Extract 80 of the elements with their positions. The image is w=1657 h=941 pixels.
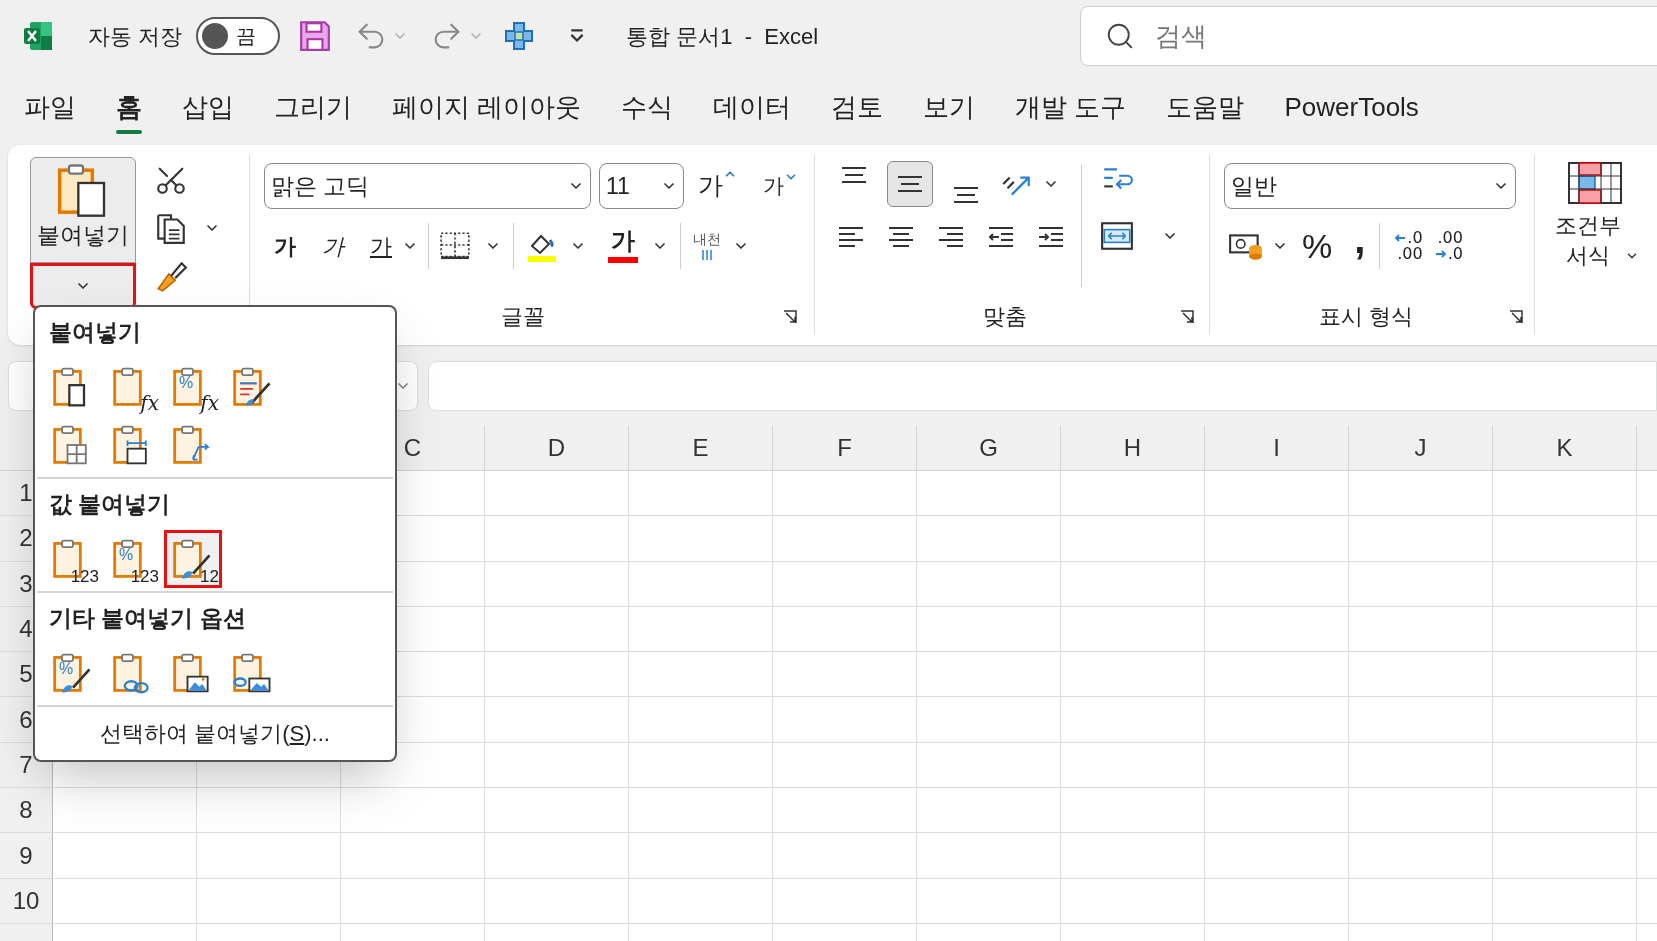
grow-font-button[interactable]: 가: [698, 167, 737, 205]
ribbon-tab[interactable]: 보기: [923, 90, 976, 134]
align-icon: [840, 167, 868, 183]
align-icon: [952, 187, 980, 203]
save-icon[interactable]: [298, 19, 333, 53]
format-painter-icon[interactable]: [154, 259, 188, 293]
autosave-toggle[interactable]: 끔: [196, 17, 281, 55]
paste-button[interactable]: 붙여넣기: [30, 157, 136, 263]
search-icon: [1105, 21, 1135, 51]
autosave-label: 자동 저장: [88, 22, 183, 51]
group-label: 맞춤: [983, 303, 1027, 331]
percent-button[interactable]: %: [1302, 229, 1333, 263]
column-header[interactable]: I: [1205, 426, 1349, 470]
decrease-decimal-button[interactable]: .00 .0: [1434, 230, 1463, 262]
copy-icon[interactable]: [154, 211, 188, 245]
merge-cells-icon[interactable]: [1100, 221, 1134, 251]
ribbon-tab[interactable]: 데이터: [713, 90, 792, 134]
search-input[interactable]: 검색: [1155, 16, 1555, 56]
left-arrow-icon: [1394, 233, 1407, 243]
ribbon-tab[interactable]: 도움말: [1166, 90, 1245, 134]
search-field[interactable]: 검색: [1080, 6, 1657, 66]
column-header[interactable]: K: [1493, 426, 1637, 470]
table-icon: [1567, 161, 1623, 205]
ribbon-tab[interactable]: 수식: [621, 90, 674, 134]
bold-button[interactable]: 가: [264, 229, 306, 263]
row-header[interactable]: 8: [0, 788, 53, 833]
italic-button[interactable]: 가: [312, 229, 354, 263]
row-header[interactable]: 10: [0, 878, 53, 923]
paste-option-button[interactable]: fx: [107, 361, 159, 413]
align-icon: [896, 176, 924, 192]
column-header[interactable]: J: [1349, 426, 1493, 470]
font-name-dropdown[interactable]: 맑은 고딕: [264, 163, 591, 209]
comma-button[interactable]: ,: [1354, 219, 1366, 259]
font-size-dropdown[interactable]: 11: [598, 163, 684, 209]
ribbon-tab[interactable]: 페이지 레이아웃: [392, 90, 582, 134]
paste-dropdown-button[interactable]: [30, 263, 136, 309]
right-arrow-icon: [1434, 249, 1447, 259]
group-label: 글꼴: [501, 303, 545, 331]
app-logo-icon: [22, 20, 54, 52]
conditional-formatting-button[interactable]: 조건부 서식: [1547, 151, 1643, 271]
align-icon: [887, 225, 915, 249]
dialog-launcher-icon[interactable]: [1179, 308, 1195, 325]
vertical-align-button[interactable]: [887, 161, 933, 207]
ribbon-tab[interactable]: 개발 도구: [1015, 90, 1127, 134]
menu-section-title: 붙여넣기: [49, 318, 141, 347]
ribbon-tab[interactable]: 삽입: [182, 90, 234, 134]
column-header[interactable]: D: [485, 426, 629, 470]
shrink-font-button[interactable]: 가: [763, 170, 798, 202]
column-header[interactable]: E: [629, 426, 773, 470]
group-label: 표시 형식: [1318, 303, 1414, 331]
align-icon: [1037, 225, 1065, 249]
paste-option-button[interactable]: % 123: [107, 533, 159, 585]
paste-option-button[interactable]: % fx: [167, 361, 219, 413]
column-header[interactable]: F: [773, 426, 917, 470]
increase-decimal-button[interactable]: .0 .00: [1394, 230, 1423, 262]
phonetic-guide-button[interactable]: 내천: [693, 231, 721, 261]
align-icon: [937, 225, 965, 249]
ribbon-tab[interactable]: 파일: [24, 90, 76, 134]
ribbon-tab[interactable]: 홈: [116, 90, 142, 134]
ribbon-tab[interactable]: 그리기: [274, 90, 352, 134]
paste-special-menu-item[interactable]: 선택하여 붙여넣기(S)...: [100, 717, 330, 750]
font-color-button[interactable]: 가: [608, 229, 638, 263]
ribbon-tab[interactable]: 검토: [831, 90, 884, 134]
number-format-dropdown[interactable]: 일반: [1224, 163, 1516, 209]
column-header[interactable]: H: [1061, 426, 1205, 470]
window-title: 통합 문서1 - Excel: [626, 22, 819, 51]
dialog-launcher-icon[interactable]: [1508, 308, 1524, 325]
dialog-launcher-icon[interactable]: [782, 308, 798, 325]
paste-option-button[interactable]: 12: [167, 533, 219, 585]
ribbon-tab[interactable]: PowerTools: [1284, 90, 1419, 134]
column-header[interactable]: G: [917, 426, 1061, 470]
plus-shape-icon[interactable]: [504, 21, 535, 51]
align-icon: [837, 225, 865, 249]
currency-icon[interactable]: [1228, 231, 1264, 261]
lines-icon: [699, 248, 715, 261]
borders-icon[interactable]: [439, 231, 471, 261]
align-icon: [987, 225, 1015, 249]
row-header[interactable]: 9: [0, 833, 53, 878]
underline-button[interactable]: 가: [360, 229, 402, 263]
formula-input[interactable]: [428, 361, 1657, 411]
